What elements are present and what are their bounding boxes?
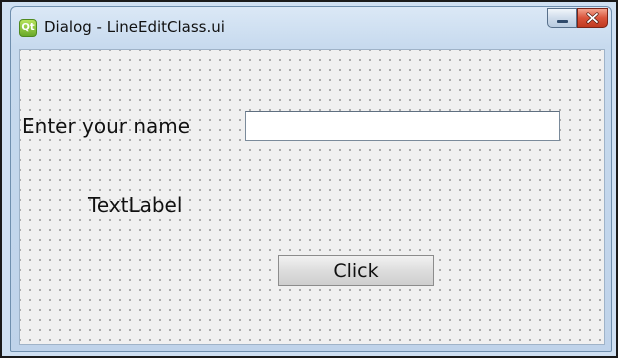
close-icon (586, 12, 599, 24)
name-input[interactable] (245, 111, 560, 141)
form-canvas[interactable]: Enter your name TextLabel Click (19, 49, 605, 345)
minimize-button[interactable] (547, 8, 577, 28)
qt-logo-icon: Qt (19, 19, 37, 37)
screenshot-frame: Qt Dialog - LineEditClass.ui Enter your … (0, 0, 618, 358)
window-title: Dialog - LineEditClass.ui (44, 18, 225, 36)
text-label: TextLabel (88, 193, 183, 217)
click-button[interactable]: Click (278, 255, 434, 286)
minimize-icon (557, 20, 568, 23)
close-button[interactable] (577, 8, 608, 28)
enter-name-label: Enter your name (22, 114, 191, 138)
title-bar[interactable]: Qt Dialog - LineEditClass.ui (11, 7, 611, 49)
dialog-window: Qt Dialog - LineEditClass.ui Enter your … (10, 6, 612, 352)
